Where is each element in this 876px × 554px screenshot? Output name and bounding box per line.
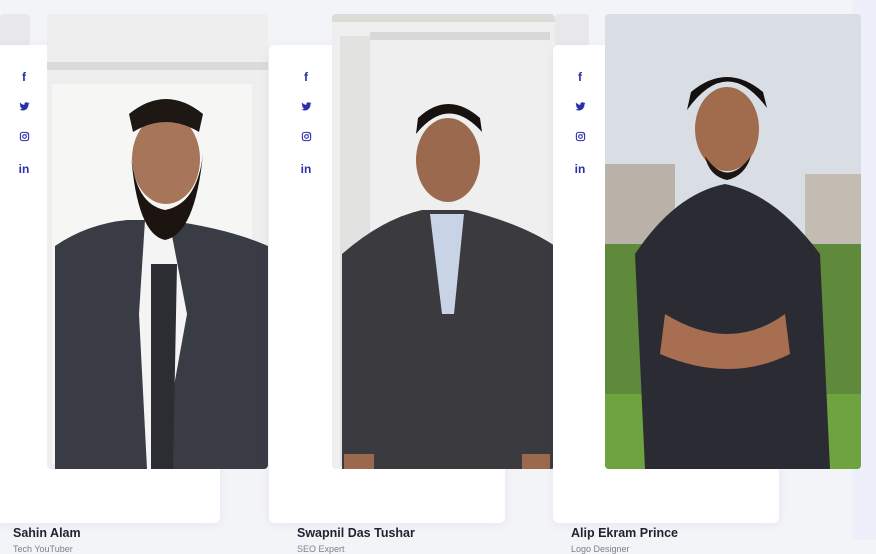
member-photo-sahin	[47, 14, 268, 469]
member-name: Swapnil Das Tushar	[297, 526, 415, 540]
member-role: Tech YouTuber	[13, 544, 73, 554]
portrait-image	[332, 14, 555, 469]
facebook-icon[interactable]: f	[16, 70, 32, 84]
instagram-icon[interactable]	[572, 131, 588, 145]
portrait-image	[47, 14, 268, 469]
member-role: Logo Designer	[571, 544, 630, 554]
twitter-icon[interactable]	[16, 101, 32, 115]
instagram-icon[interactable]	[298, 131, 314, 145]
facebook-icon[interactable]: f	[298, 70, 314, 84]
member-photo-alip	[605, 14, 861, 469]
member-role: SEO Expert	[297, 544, 345, 554]
social-links: f in	[298, 70, 314, 192]
linkedin-icon[interactable]: in	[572, 162, 588, 176]
member-name: Sahin Alam	[13, 526, 81, 540]
portrait-image	[605, 14, 861, 469]
linkedin-icon[interactable]: in	[16, 162, 32, 176]
twitter-icon[interactable]	[298, 101, 314, 115]
instagram-icon[interactable]	[16, 131, 32, 145]
social-links: f in	[16, 70, 32, 192]
linkedin-icon[interactable]: in	[298, 162, 314, 176]
card-edge-middle	[555, 14, 589, 46]
facebook-icon[interactable]: f	[572, 70, 588, 84]
social-links: f in	[572, 70, 588, 192]
card-edge-left	[0, 14, 30, 46]
twitter-icon[interactable]	[572, 101, 588, 115]
member-name: Alip Ekram Prince	[571, 526, 678, 540]
member-photo-swapnil	[332, 14, 555, 469]
